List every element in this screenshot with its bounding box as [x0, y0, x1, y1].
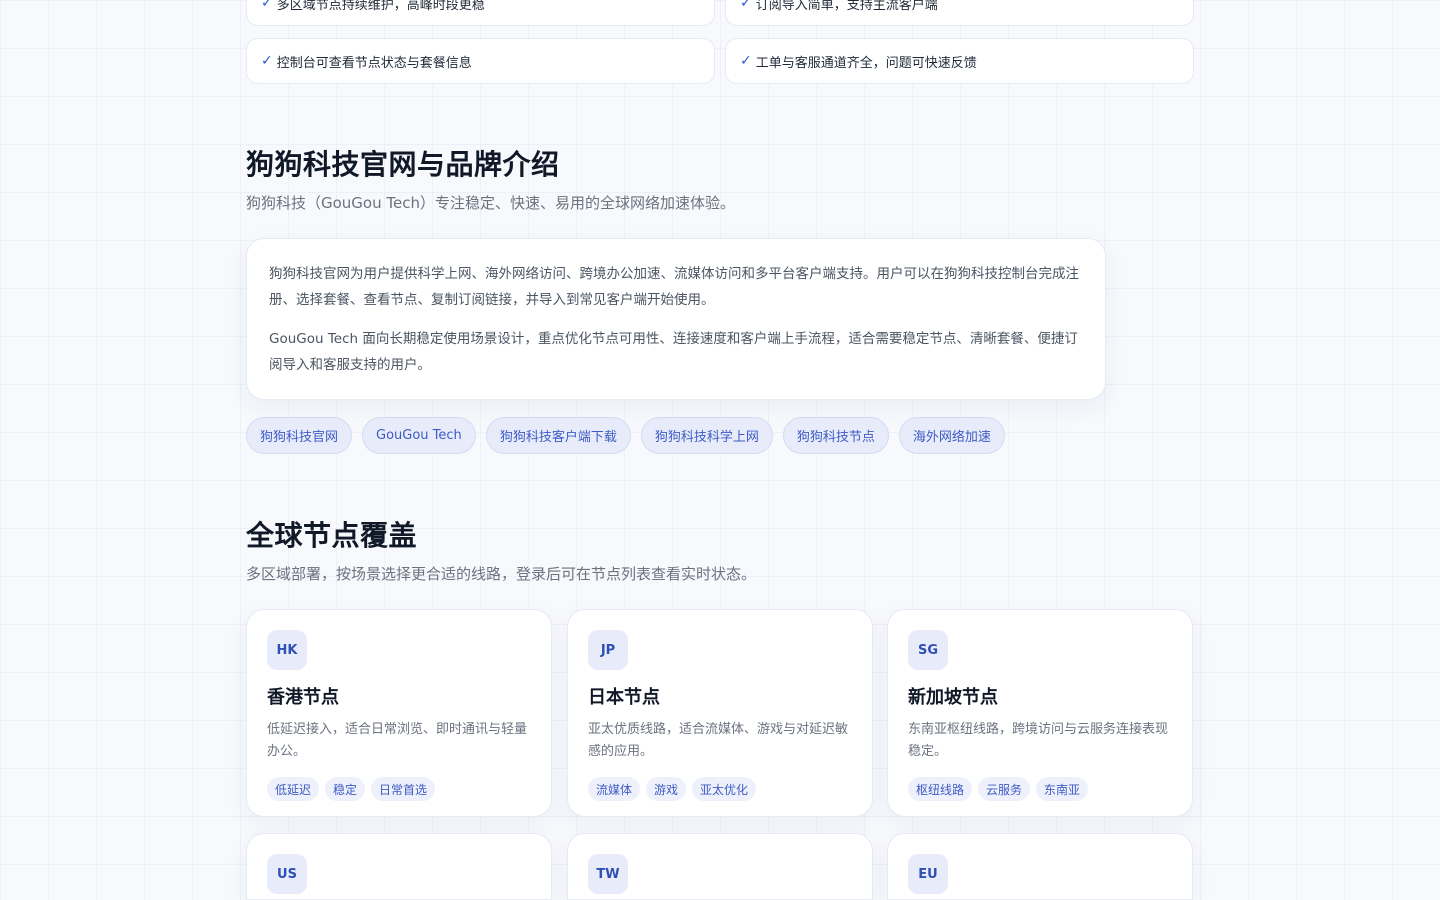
- region-code-badge: TW: [588, 854, 628, 894]
- brand-section-title: 狗狗科技官网与品牌介绍: [246, 148, 560, 181]
- node-title: 日本节点: [588, 687, 660, 708]
- node-title: 香港节点: [267, 687, 339, 708]
- check-icon: ✓: [740, 0, 752, 11]
- check-icon: ✓: [261, 53, 273, 69]
- node-tag: 游戏: [646, 777, 687, 801]
- node-description: 亚太优质线路，适合流媒体、游戏与对延迟敏感的应用。: [588, 722, 849, 759]
- keyword-tag[interactable]: 狗狗科技科学上网: [640, 417, 773, 454]
- intro-paragraph: 狗狗科技官网为用户提供科学上网、海外网络访问、跨境办公加速、流媒体访问和多平台客…: [269, 266, 1079, 308]
- node-description: 东南亚枢纽线路，跨境访问与云服务连接表现稳定。: [908, 722, 1169, 759]
- check-icon: ✓: [261, 0, 273, 11]
- region-code-badge: SG: [908, 630, 948, 670]
- region-code-badge: EU: [908, 854, 948, 894]
- node-tag: 日常首选: [371, 777, 436, 801]
- node-card-jp[interactable]: JP 日本节点 亚太优质线路，适合流媒体、游戏与对延迟敏感的应用。 流媒体 游戏…: [567, 609, 873, 817]
- node-tag: 稳定: [325, 777, 366, 801]
- page: ✓ 多区域节点持续维护，高峰时段更稳 ✓ 订阅导入简单，支持主流客户端 ✓ 控制…: [0, 0, 1440, 900]
- brand-section-subtitle: 狗狗科技（GouGou Tech）专注稳定、快速、易用的全球网络加速体验。: [246, 194, 735, 212]
- node-title: 新加坡节点: [908, 687, 998, 708]
- nodes-section-subtitle: 多区域部署，按场景选择更合适的线路，登录后可在节点列表查看实时状态。: [246, 565, 757, 583]
- keyword-tag[interactable]: 狗狗科技节点: [782, 417, 889, 454]
- feature-text: 多区域节点持续维护，高峰时段更稳: [276, 0, 485, 13]
- nodes-section-title: 全球节点覆盖: [246, 519, 418, 552]
- intro-paragraph: GouGou Tech 面向长期稳定使用场景设计，重点优化节点可用性、连接速度和…: [269, 331, 1078, 373]
- node-tag: 流媒体: [588, 777, 641, 801]
- feature-text: 工单与客服通道齐全，问题可快速反馈: [755, 55, 977, 71]
- keyword-tag[interactable]: 狗狗科技客户端下载: [485, 417, 631, 454]
- node-description: 低延迟接入，适合日常浏览、即时通讯与轻量办公。: [267, 722, 528, 759]
- node-card-tw[interactable]: TW: [567, 833, 873, 900]
- keyword-tag[interactable]: 狗狗科技官网: [246, 417, 353, 454]
- region-code-badge: US: [267, 854, 307, 894]
- brand-intro-card: 狗狗科技官网为用户提供科学上网、海外网络访问、跨境办公加速、流媒体访问和多平台客…: [246, 238, 1106, 400]
- feature-text: 订阅导入简单，支持主流客户端: [755, 0, 938, 13]
- region-code-badge: HK: [267, 630, 307, 670]
- check-icon: ✓: [740, 53, 752, 69]
- node-card-eu[interactable]: EU: [887, 833, 1193, 900]
- node-tag: 低延迟: [267, 777, 320, 801]
- keyword-tag[interactable]: 海外网络加速: [898, 417, 1005, 454]
- feature-item: ✓ 订阅导入简单，支持主流客户端: [725, 0, 1194, 26]
- keyword-tag[interactable]: GouGou Tech: [362, 417, 476, 454]
- node-card-us[interactable]: US: [246, 833, 552, 900]
- node-tags: 枢纽线路 云服务 东南亚: [908, 777, 1172, 801]
- node-tags: 流媒体 游戏 亚太优化: [588, 777, 852, 801]
- node-tag: 亚太优化: [692, 777, 757, 801]
- feature-item: ✓ 多区域节点持续维护，高峰时段更稳: [246, 0, 715, 26]
- feature-text: 控制台可查看节点状态与套餐信息: [276, 55, 472, 71]
- node-tag: 枢纽线路: [908, 777, 973, 801]
- keyword-tags: 狗狗科技官网 GouGou Tech 狗狗科技客户端下载 狗狗科技科学上网 狗狗…: [246, 417, 1005, 454]
- node-card-hk[interactable]: HK 香港节点 低延迟接入，适合日常浏览、即时通讯与轻量办公。 低延迟 稳定 日…: [246, 609, 552, 817]
- feature-item: ✓ 工单与客服通道齐全，问题可快速反馈: [725, 38, 1194, 84]
- node-tags: 低延迟 稳定 日常首选: [267, 777, 531, 801]
- node-tag: 云服务: [978, 777, 1031, 801]
- node-card-sg[interactable]: SG 新加坡节点 东南亚枢纽线路，跨境访问与云服务连接表现稳定。 枢纽线路 云服…: [887, 609, 1193, 817]
- feature-item: ✓ 控制台可查看节点状态与套餐信息: [246, 38, 715, 84]
- node-tag: 东南亚: [1036, 777, 1089, 801]
- region-code-badge: JP: [588, 630, 628, 670]
